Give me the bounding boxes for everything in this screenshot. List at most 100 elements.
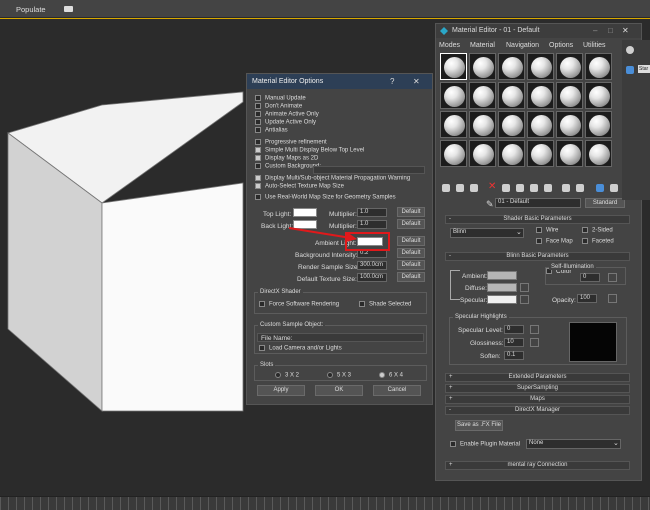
timeline-ruler[interactable] [0, 496, 650, 510]
ok-button[interactable]: OK [315, 385, 363, 396]
sample-slot[interactable] [585, 53, 612, 80]
selected-tool-icon[interactable] [626, 66, 634, 74]
show-end-result-icon[interactable] [576, 184, 584, 192]
cancel-button[interactable]: Cancel [373, 385, 421, 396]
sample-slot[interactable] [498, 140, 525, 167]
checkbox-propagation-warning[interactable]: Display Multi/Sub-object Material Propag… [255, 175, 410, 182]
chevron-down-icon[interactable]: ⌄ [613, 439, 619, 447]
rollup-blinn-basic[interactable]: - Blinn Basic Parameters [445, 252, 630, 261]
sample-slot[interactable] [527, 82, 554, 109]
copy-material-icon[interactable] [502, 184, 510, 192]
menu-options[interactable]: Options [549, 42, 573, 49]
opacity-map-button[interactable] [608, 294, 617, 303]
render-default-button[interactable]: Default [397, 260, 425, 270]
glossiness-input[interactable]: 10 [504, 338, 524, 347]
texture-default-button[interactable]: Default [397, 272, 425, 282]
radio-slots-6x4[interactable]: 6 X 4 [379, 372, 403, 379]
opacity-input[interactable]: 100 [577, 294, 597, 303]
checkbox-wire[interactable]: Wire [536, 227, 558, 234]
rollup-maps[interactable]: + Maps [445, 395, 630, 404]
sample-slot[interactable] [498, 82, 525, 109]
close-icon[interactable]: ✕ [413, 77, 420, 86]
assign-to-selection-icon[interactable] [470, 184, 478, 192]
get-material-icon[interactable] [442, 184, 450, 192]
bg-default-button[interactable]: Default [397, 248, 425, 258]
shader-type-dropdown[interactable]: Blinn [450, 228, 524, 238]
checkbox-force-software[interactable]: Force Software Rendering [259, 301, 339, 308]
sample-slot[interactable] [498, 111, 525, 138]
sample-slot[interactable] [440, 82, 467, 109]
sample-slot[interactable] [585, 82, 612, 109]
put-to-scene-icon[interactable] [456, 184, 464, 192]
sample-slot[interactable] [585, 140, 612, 167]
sample-slot[interactable] [440, 111, 467, 138]
populate-menu[interactable]: Populate [16, 5, 46, 14]
sample-slot[interactable] [585, 111, 612, 138]
sample-slot[interactable] [469, 111, 496, 138]
sample-slot[interactable] [440, 53, 467, 80]
self-illum-value-input[interactable]: 0 [580, 273, 600, 282]
checkbox-auto-select-texture[interactable]: Auto-Select Texture Map Size [255, 183, 344, 190]
go-forward-sibling-icon[interactable] [610, 184, 618, 192]
sample-slot[interactable] [498, 53, 525, 80]
checkbox-custom-background[interactable]: Custom Background: [255, 163, 321, 170]
spec-level-input[interactable]: 0 [504, 325, 524, 334]
radio-slots-5x3[interactable]: 5 X 3 [327, 372, 351, 379]
sample-slot[interactable] [527, 140, 554, 167]
menu-navigation[interactable]: Navigation [506, 42, 539, 49]
display-toggle-icon[interactable] [64, 6, 73, 12]
rollup-supersampling[interactable]: + SuperSampling [445, 384, 630, 393]
reset-map-icon[interactable]: ✕ [488, 181, 496, 192]
specular-map-button[interactable] [520, 295, 529, 304]
minimize-icon[interactable]: – [593, 26, 597, 35]
sample-slot[interactable] [556, 82, 583, 109]
make-unique-icon[interactable] [516, 184, 524, 192]
back-multiplier-input[interactable]: 1.0 [357, 220, 387, 229]
checkbox-progressive-refinement[interactable]: Progressive refinement [255, 139, 327, 146]
checkbox-dont-animate[interactable]: Don't Animate [255, 103, 302, 110]
checkbox-real-world-map[interactable]: Use Real-World Map Size for Geometry Sam… [255, 194, 396, 201]
star-button[interactable]: Star [638, 65, 650, 73]
radio-slots-3x2[interactable]: 3 X 2 [275, 372, 299, 379]
sample-slot[interactable] [556, 53, 583, 80]
checkbox-face-map[interactable]: Face Map [536, 238, 573, 245]
checkbox-simple-multi-display[interactable]: Simple Multi Display Below Top Level [255, 147, 364, 154]
file-name-field[interactable]: File Name: [257, 333, 424, 342]
diffuse-color-swatch[interactable] [487, 283, 517, 292]
custom-background-path[interactable] [313, 166, 425, 174]
menu-modes[interactable]: Modes [439, 42, 460, 49]
chevron-down-icon[interactable]: ⌄ [516, 228, 522, 236]
show-shaded-icon[interactable] [562, 184, 570, 192]
sample-slot[interactable] [469, 82, 496, 109]
specular-color-swatch[interactable] [487, 295, 517, 304]
apply-button[interactable]: Apply [257, 385, 305, 396]
back-default-button[interactable]: Default [397, 219, 425, 229]
self-illum-map-button[interactable] [608, 273, 617, 282]
material-type-button[interactable]: Standard [585, 198, 625, 208]
top-default-button[interactable]: Default [397, 207, 425, 217]
checkbox-display-maps-2d[interactable]: Display Maps as 2D [255, 155, 318, 162]
checkbox-faceted[interactable]: Faceted [582, 238, 614, 245]
checkbox-load-camera[interactable]: Load Camera and/or Lights [259, 345, 342, 352]
ambient-default-button[interactable]: Default [397, 236, 425, 246]
glossiness-map-button[interactable] [530, 338, 539, 347]
menu-utilities[interactable]: Utilities [583, 42, 606, 49]
checkbox-antialias[interactable]: Antialias [255, 127, 288, 134]
rollup-extended[interactable]: + Extended Parameters [445, 373, 630, 382]
put-to-library-icon[interactable] [530, 184, 538, 192]
plugin-material-dropdown[interactable]: None [526, 439, 621, 449]
rollup-mental-ray[interactable]: + mental ray Connection [445, 461, 630, 470]
sample-slot[interactable] [527, 53, 554, 80]
material-id-icon[interactable] [544, 184, 552, 192]
sample-slot[interactable] [440, 140, 467, 167]
save-fx-button[interactable]: Save as .FX File [455, 420, 503, 431]
material-name-field[interactable]: 01 - Default [495, 198, 581, 208]
top-multiplier-input[interactable]: 1.0 [357, 208, 387, 217]
spec-level-map-button[interactable] [530, 325, 539, 334]
sample-slot[interactable] [527, 111, 554, 138]
help-icon[interactable]: ? [390, 77, 394, 86]
ambient-color-swatch[interactable] [487, 271, 517, 280]
checkbox-update-active-only[interactable]: Update Active Only [255, 119, 316, 126]
rollup-directx-manager[interactable]: - DirectX Manager [445, 406, 630, 415]
eyedropper-icon[interactable]: ✎ [486, 199, 494, 210]
